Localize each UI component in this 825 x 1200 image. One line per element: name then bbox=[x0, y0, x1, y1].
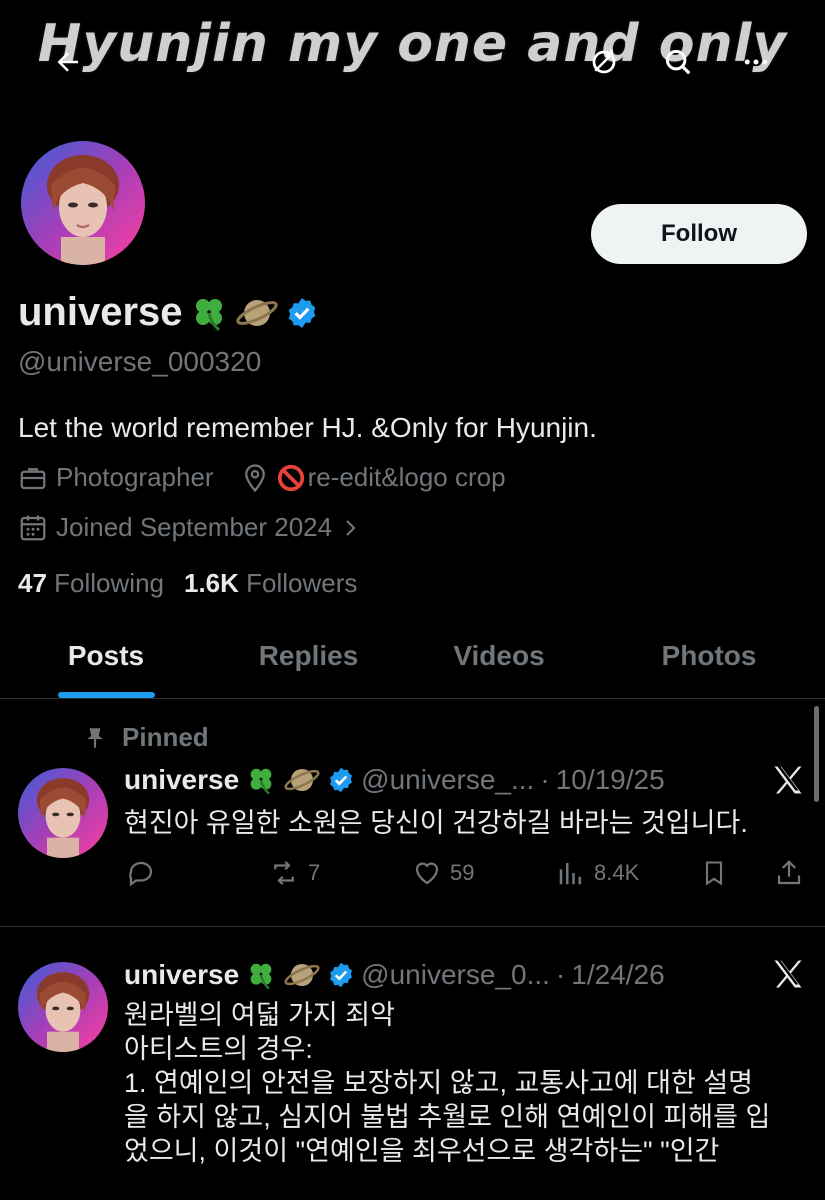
heart-icon bbox=[415, 862, 439, 885]
post-author-name[interactable]: universe bbox=[124, 959, 239, 991]
repost-icon bbox=[274, 860, 294, 886]
joined-row[interactable]: Joined September 2024 bbox=[18, 512, 362, 543]
calendar-icon bbox=[20, 515, 46, 540]
verified-badge-icon bbox=[330, 962, 353, 988]
profile-avatar[interactable] bbox=[18, 138, 148, 268]
refresh-button[interactable] bbox=[578, 36, 630, 88]
profile-location: re-edit&logo crop bbox=[307, 462, 506, 492]
tab-replies[interactable]: Replies bbox=[236, 640, 381, 672]
followers-link[interactable]: 1.6K Followers bbox=[184, 568, 357, 599]
planet-emoji-icon bbox=[235, 293, 279, 333]
repost-button[interactable]: 7 bbox=[268, 858, 320, 888]
profile-meta-row: Photographer re-edit&logo crop bbox=[18, 462, 506, 493]
follow-button[interactable]: Follow bbox=[591, 204, 807, 264]
search-button[interactable] bbox=[652, 36, 704, 88]
back-arrow-icon bbox=[57, 52, 78, 72]
post-author-handle[interactable]: @universe_... bbox=[361, 764, 534, 796]
following-label: Following bbox=[54, 568, 164, 598]
briefcase-icon bbox=[20, 467, 46, 489]
more-dots-icon bbox=[744, 59, 768, 65]
post-avatar[interactable] bbox=[18, 768, 108, 858]
search-icon bbox=[665, 49, 691, 75]
display-name-row: universe bbox=[18, 290, 319, 335]
like-button[interactable]: 59 bbox=[412, 858, 474, 888]
view-count: 8.4K bbox=[594, 860, 640, 885]
post-body: 원라벨의 여덟 가지 죄악 아티스트의 경우: 1. 연예인의 안전을 보장하지… bbox=[124, 998, 814, 1168]
repost-count: 7 bbox=[308, 860, 321, 885]
tab-videos[interactable]: Videos bbox=[430, 640, 568, 672]
share-button[interactable] bbox=[774, 858, 804, 888]
scrollbar[interactable] bbox=[814, 706, 819, 802]
chevron-right-icon bbox=[346, 519, 356, 536]
x-logo-icon bbox=[774, 960, 802, 988]
followers-label: Followers bbox=[246, 568, 358, 598]
verified-badge-icon bbox=[285, 296, 319, 330]
followers-count: 1.6K bbox=[183, 568, 239, 598]
pinned-label: Pinned bbox=[122, 722, 209, 752]
post-avatar-image bbox=[18, 962, 108, 1052]
following-count: 47 bbox=[18, 568, 47, 598]
analytics-icon bbox=[559, 863, 581, 885]
views-button[interactable]: 8.4K bbox=[556, 858, 639, 888]
post-avatar-image bbox=[18, 768, 108, 858]
post-author-handle[interactable]: @universe_0... bbox=[361, 959, 550, 991]
grok-button[interactable] bbox=[770, 956, 806, 997]
bookmark-button[interactable] bbox=[700, 858, 728, 888]
verified-badge-icon bbox=[330, 767, 353, 793]
post-date[interactable]: 1/24/26 bbox=[571, 959, 664, 991]
post-separator: · bbox=[540, 764, 550, 795]
avatar-image bbox=[21, 141, 145, 265]
display-name: universe bbox=[18, 290, 183, 334]
follow-stats: 47 Following 1.6K Followers bbox=[18, 568, 357, 599]
profile-bio: Let the world remember HJ. &Only for Hyu… bbox=[18, 412, 597, 443]
reply-button[interactable] bbox=[126, 858, 156, 888]
refresh-icon bbox=[592, 49, 616, 74]
back-button[interactable] bbox=[42, 36, 94, 88]
following-link[interactable]: 47 Following bbox=[18, 568, 164, 599]
clover-emoji-icon bbox=[250, 768, 272, 795]
post-header: universe @universe_0... · 1/24/26 bbox=[124, 958, 665, 992]
profile-category: Photographer bbox=[56, 462, 214, 492]
post-divider bbox=[0, 926, 825, 927]
planet-emoji-icon bbox=[284, 963, 320, 987]
post-line: 1. 연예인의 안전을 보장하지 않고, 교통사고에 대한 설명 bbox=[124, 1068, 754, 1098]
tab-photos[interactable]: Photos bbox=[640, 640, 778, 672]
reply-icon bbox=[129, 861, 153, 887]
pin-icon bbox=[87, 727, 103, 748]
bookmark-icon bbox=[705, 861, 723, 886]
post-line: 아티스트의 경우: bbox=[124, 1034, 313, 1064]
share-icon bbox=[777, 860, 801, 885]
pinned-indicator: Pinned bbox=[82, 722, 209, 753]
post-author-name[interactable]: universe bbox=[124, 764, 239, 796]
post-line: 었으니, 이것이 "연예인을 최우선으로 생각하는" "인간 bbox=[124, 1136, 720, 1166]
post-line: 원라벨의 여덟 가지 죄악 bbox=[124, 1000, 395, 1030]
profile-handle: @universe_000320 bbox=[18, 346, 262, 377]
post-date[interactable]: 10/19/25 bbox=[556, 764, 665, 796]
post-separator: · bbox=[555, 959, 566, 990]
planet-emoji-icon bbox=[284, 768, 320, 792]
x-logo-icon bbox=[774, 766, 802, 794]
prohibited-emoji-icon bbox=[277, 464, 304, 491]
tab-posts[interactable]: Posts bbox=[46, 640, 166, 672]
post-avatar[interactable] bbox=[18, 962, 108, 1052]
clover-emoji-icon bbox=[189, 293, 229, 333]
joined-date: Joined September 2024 bbox=[56, 512, 333, 542]
post-line: 을 하지 않고, 심지어 불법 추월로 인해 연예인이 피해를 입 bbox=[124, 1102, 771, 1132]
post-text: 현진아 유일한 소원은 당신이 건강하길 바라는 것입니다. bbox=[124, 808, 748, 838]
clover-emoji-icon bbox=[250, 963, 272, 990]
location-pin-icon bbox=[244, 463, 265, 492]
tabs-divider bbox=[0, 698, 825, 699]
more-button[interactable] bbox=[730, 36, 782, 88]
post-header: universe @universe_... · 10/19/25 bbox=[124, 763, 665, 797]
grok-button[interactable] bbox=[770, 762, 806, 803]
like-count: 59 bbox=[450, 860, 475, 885]
